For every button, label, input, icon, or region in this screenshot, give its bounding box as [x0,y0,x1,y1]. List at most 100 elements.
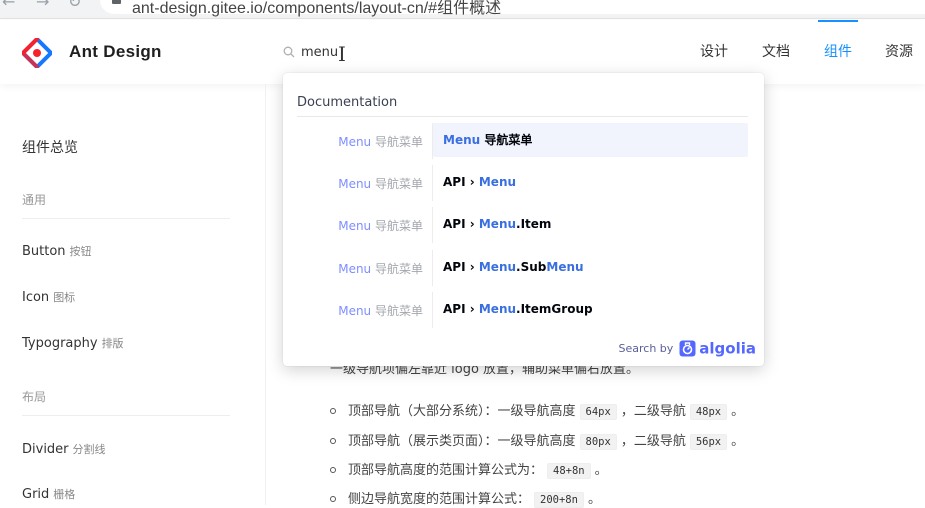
result-category: Menu 导航菜单 [297,217,423,234]
result-title-text: .Sub [516,260,547,274]
result-title-text: 导航菜单 [480,133,533,147]
result-category: Menu 导航菜单 [297,175,423,192]
sidebar-item-divider[interactable]: Divider 分割线 [22,441,106,457]
result-title-match: Menu [478,175,517,189]
list-item: 顶部导航（展示类页面）：一级导航高度 80px ，二级导航 56px。 [330,430,744,450]
result-category-match: Menu [338,219,372,233]
list-item-text: 顶部导航（大部分系统）：一级导航高度 [348,404,576,419]
result-category: Menu 导航菜单 [297,302,423,319]
inline-code: 56px [689,434,728,450]
result-category-text: 导航菜单 [371,219,423,233]
ant-design-logo-icon[interactable] [22,38,52,68]
sidebar-item-label: Typography [22,336,98,351]
result-title: API › Menu.ItemGroup [433,292,748,326]
result-title-text: API › [443,260,479,274]
sidebar-item-label: Icon [22,290,50,305]
sidebar-item-icon[interactable]: Icon 图标 [22,289,75,305]
search-result-item[interactable]: Menu 导航菜单 API › Menu.SubMenu [297,250,748,286]
inline-code: 48px [689,404,728,420]
search-result-item[interactable]: Menu 导航菜单 API › Menu [297,165,748,201]
result-title: API › Menu [433,165,748,199]
result-category-text: 导航菜单 [371,177,423,191]
result-title-text: .ItemGroup [516,302,593,316]
result-category-match: Menu [338,304,372,318]
list-item-text: ，二级导航 [620,434,686,449]
bullet-icon [330,495,336,502]
sidebar-item-button[interactable]: Button 按钮 [22,243,92,259]
result-title: API › Menu.SubMenu [433,250,748,284]
list-item: 侧边导航宽度的范围计算公式： 200+8n。 [330,488,601,508]
heading-divider [297,116,748,117]
result-category-text: 导航菜单 [371,262,423,276]
search-result-item[interactable]: Menu 导航菜单 API › Menu.Item [297,207,748,243]
list-item-text: 顶部导航（展示类页面）：一级导航高度 [348,434,576,449]
bullet-icon [330,437,336,444]
search-results-dropdown: Documentation Menu 导航菜单 Menu 导航菜单 Menu 导… [283,73,764,366]
sidebar-item-sublabel: 按钮 [69,245,92,258]
result-title: API › Menu.Item [433,207,748,241]
search-icon [283,46,295,58]
forward-arrow-icon[interactable]: → [36,0,49,11]
result-category: Menu 导航菜单 [297,133,423,150]
result-title-match: Menu [443,133,481,147]
sidebar-item-typography[interactable]: Typography 排版 [22,335,124,351]
brand-name[interactable]: Ant Design [69,42,162,62]
search-by-label: Search by [618,342,674,355]
result-title: Menu 导航菜单 [433,123,748,157]
sidebar-item-sublabel: 图标 [53,291,76,304]
result-title-text: .Item [516,217,552,231]
inline-code: 200+8n [534,492,584,508]
browser-toolbar: ← → ↻ ant-design.gitee.io/components/lay… [0,0,925,19]
result-title-match: Menu [478,217,517,231]
result-title-text: API › [443,217,479,231]
sidebar-item-sublabel: 栅格 [53,488,76,501]
result-title-text: API › [443,175,479,189]
nav-docs[interactable]: 文档 [762,20,790,84]
reload-icon[interactable]: ↻ [68,0,81,11]
algolia-brand: algolia [699,339,756,358]
lock-icon [112,0,121,4]
search-result-item[interactable]: Menu 导航菜单 API › Menu.ItemGroup [297,292,748,328]
sidebar-item-sublabel: 排版 [101,337,124,350]
sidebar-item-label: Grid [22,487,50,502]
sidebar-item-grid[interactable]: Grid 栅格 [22,486,75,502]
inline-code: 64px [579,404,617,420]
list-item-text: 。 [731,404,745,419]
sidebar-group-layout: 布局 [22,390,47,404]
list-item: 顶部导航（大部分系统）：一级导航高度 64px ，二级导航 48px。 [330,400,744,420]
text-cursor-icon: I [338,42,346,66]
bullet-icon [330,407,336,414]
list-item-text: 。 [731,434,745,449]
result-title-match: Menu [546,260,584,274]
search-result-item[interactable]: Menu 导航菜单 Menu 导航菜单 [297,123,748,159]
algolia-icon [679,340,696,357]
search-input[interactable] [301,41,501,63]
result-category: Menu 导航菜单 [297,260,423,277]
sidebar-item-label: Divider [22,442,69,457]
results-category-heading: Documentation [297,95,398,110]
result-category-match: Menu [338,135,372,149]
nav-resources[interactable]: 资源 [885,20,913,84]
result-title-match: Menu [478,302,517,316]
result-category-text: 导航菜单 [371,135,423,149]
address-bar-url[interactable]: ant-design.gitee.io/components/layout-cn… [132,0,501,18]
result-title-match: Menu [478,260,517,274]
search-by-algolia[interactable]: Search by algolia [619,338,757,358]
inline-code: 80px [579,434,617,450]
result-category-match: Menu [338,262,372,276]
inline-code: 48+8n [547,463,591,479]
sidebar-divider [22,218,230,219]
back-arrow-icon[interactable]: ← [2,0,15,11]
list-item: 顶部导航高度的范围计算公式为： 48+8n。 [330,459,608,479]
list-item-text: 顶部导航高度的范围计算公式为： [348,463,544,478]
bullet-icon [330,466,336,473]
sidebar-item-sublabel: 分割线 [72,443,106,456]
sidebar-group-general: 通用 [22,193,47,207]
sidebar-item-overview[interactable]: 组件总览 [22,137,78,157]
list-item-text: ，二级导航 [620,404,686,419]
result-category-match: Menu [338,177,372,191]
nav-components[interactable]: 组件 [818,20,858,84]
list-item-text: 。 [594,463,608,478]
sidebar-divider [22,415,230,416]
result-title-text: API › [443,302,479,316]
